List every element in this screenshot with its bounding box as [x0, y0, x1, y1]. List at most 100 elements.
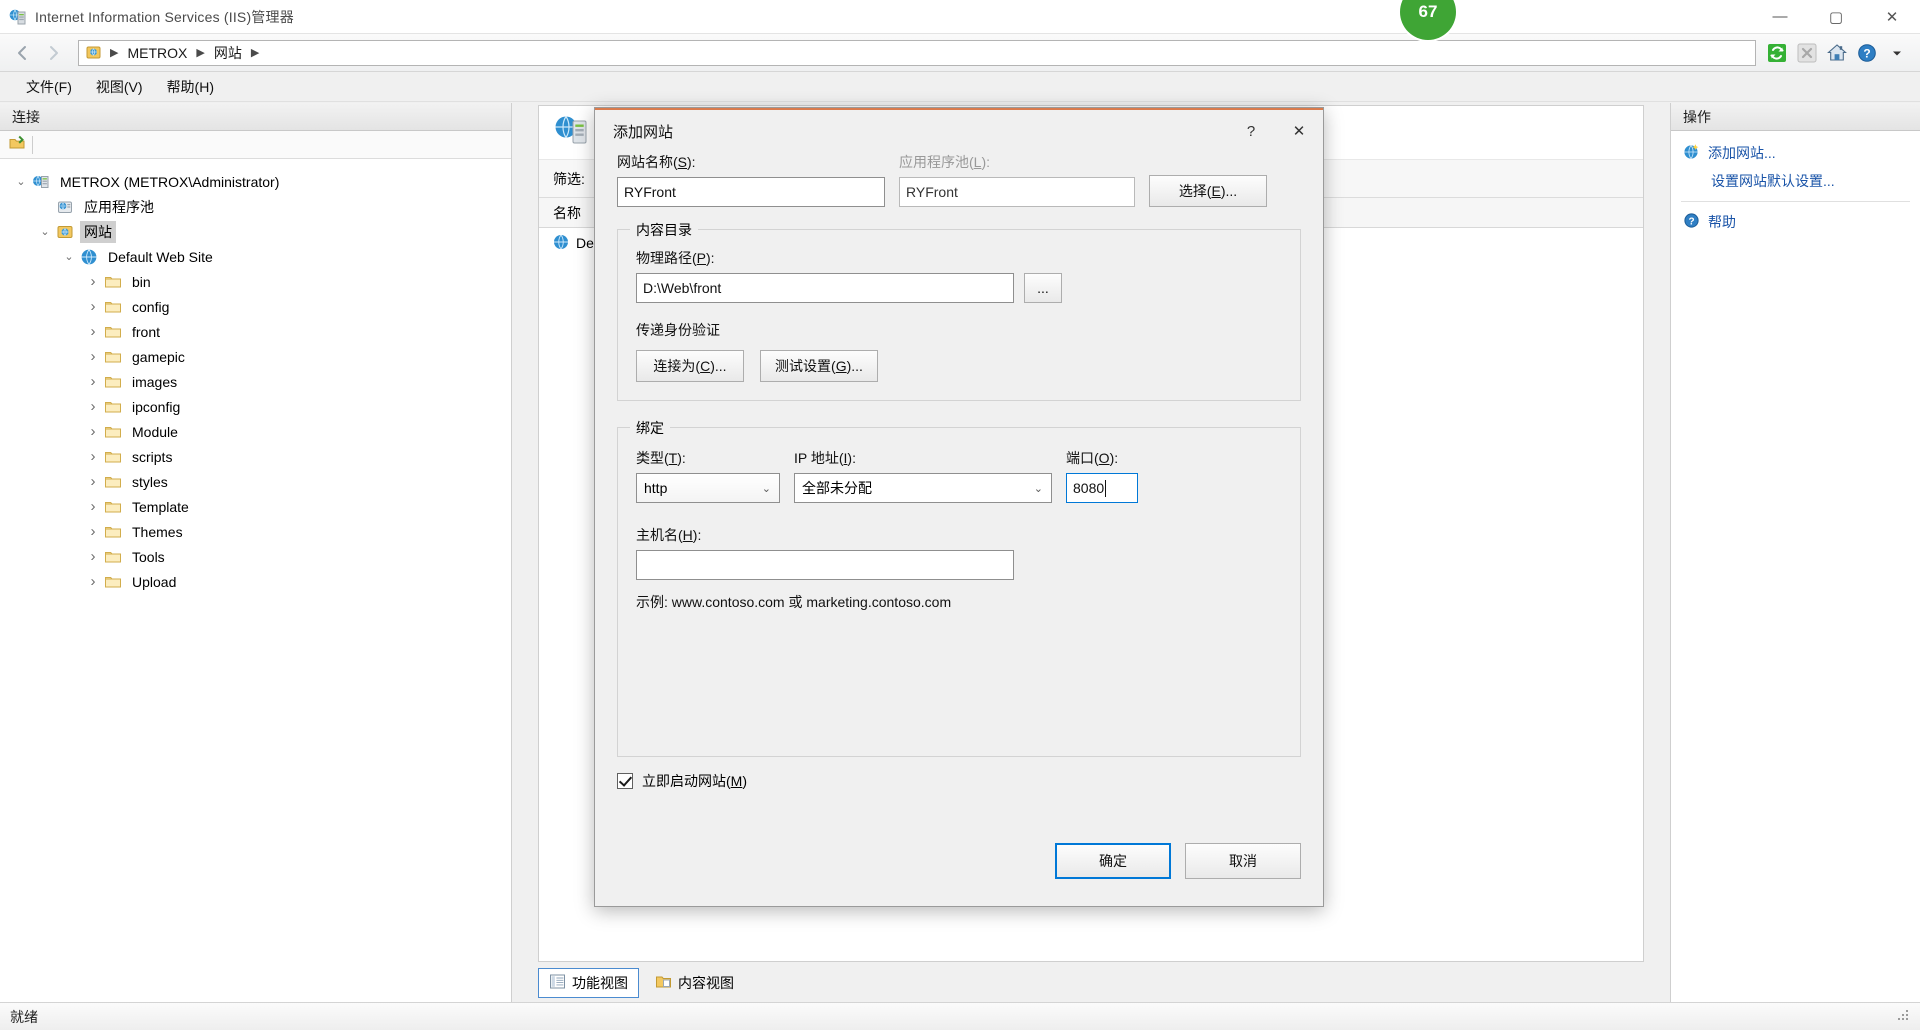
svg-text:?: ? — [1688, 216, 1694, 227]
chevron-right-icon[interactable]: › — [82, 348, 104, 365]
tree-item-upload[interactable]: › Upload — [0, 569, 511, 594]
chevron-right-icon[interactable]: › — [82, 548, 104, 565]
chevron-right-icon[interactable]: › — [82, 498, 104, 515]
forward-button[interactable] — [38, 38, 68, 68]
tab-content-view[interactable]: 内容视图 — [645, 969, 744, 997]
tab-features-view[interactable]: 功能视图 — [538, 968, 639, 998]
dialog-help-button[interactable]: ? — [1227, 109, 1275, 153]
tree-item-label: gamepic — [132, 348, 185, 365]
breadcrumb-item-0[interactable]: METROX — [122, 45, 192, 61]
dialog-close-button[interactable]: ✕ — [1275, 109, 1323, 153]
breadcrumb-item-1[interactable]: 网站 — [209, 43, 247, 63]
start-site-checkbox[interactable] — [617, 773, 633, 789]
binding-ip-value: 全部未分配 — [802, 480, 872, 496]
menu-help[interactable]: 帮助(H) — [155, 73, 226, 101]
connections-tree[interactable]: ⌄ METROX (METROX\Administrator) 应用程序池 ⌄ 网站 ⌄ D… — [0, 159, 511, 1002]
tree-item-config[interactable]: › config — [0, 294, 511, 319]
stop-button[interactable] — [1794, 41, 1820, 65]
dialog-title-bar: 添加网站 ? ✕ — [595, 108, 1323, 152]
start-site-row[interactable]: 立即启动网站(M) — [617, 771, 1301, 791]
menu-file[interactable]: 文件(F) — [14, 73, 84, 101]
tree-item-label: Themes — [132, 523, 183, 540]
dialog-footer: 确定 取消 — [595, 832, 1323, 906]
tree-item-styles[interactable]: › styles — [0, 469, 511, 494]
minimize-button[interactable]: — — [1752, 0, 1808, 34]
chevron-right-icon[interactable]: › — [82, 573, 104, 590]
action-add-site[interactable]: 添加网站... — [1671, 139, 1920, 167]
chevron-right-icon[interactable]: › — [82, 273, 104, 290]
stop-icon — [1797, 43, 1817, 62]
menu-view[interactable]: 视图(V) — [84, 73, 155, 101]
help-button[interactable]: ? — [1854, 41, 1880, 65]
test-settings-button[interactable]: 测试设置(G)... — [760, 350, 878, 382]
tree-item-label: styles — [132, 473, 168, 490]
tree-item-label: 应用程序池 — [84, 198, 154, 215]
physical-path-input[interactable]: D:\Web\front — [636, 273, 1014, 303]
action-help[interactable]: ? 帮助 — [1671, 208, 1920, 236]
connect-to-server-icon[interactable] — [8, 134, 26, 155]
close-button[interactable]: ✕ — [1864, 0, 1920, 34]
help-dropdown-button[interactable] — [1884, 41, 1910, 65]
app-pool-icon — [56, 198, 74, 216]
sites-page-icon — [553, 112, 591, 153]
connect-as-button[interactable]: 连接为(C)... — [636, 350, 744, 382]
action-set-site-defaults-label: 设置网站默认设置... — [1711, 173, 1835, 189]
tree-item-gamepic[interactable]: › gamepic — [0, 344, 511, 369]
chevron-down-icon[interactable]: ⌄ — [34, 225, 56, 238]
tree-item-default-web-site[interactable]: ⌄ Default Web Site — [0, 244, 511, 269]
action-set-site-defaults[interactable]: 设置网站默认设置... — [1671, 167, 1920, 195]
app-pool-input: RYFront — [899, 177, 1135, 207]
back-button[interactable] — [8, 38, 38, 68]
chevron-down-icon[interactable]: ⌄ — [58, 250, 80, 263]
hostname-input[interactable] — [636, 550, 1014, 580]
dialog-title: 添加网站 — [613, 123, 674, 141]
tree-item-[interactable]: ⌄ 网站 — [0, 219, 511, 244]
chevron-right-icon[interactable]: › — [82, 448, 104, 465]
home-button[interactable] — [1824, 41, 1850, 65]
folder-icon — [104, 273, 122, 291]
physical-path-value: D:\Web\front — [643, 280, 722, 296]
actions-panel: 操作 添加网站... 设置网站默认设置... ? 帮助 — [1670, 103, 1920, 1002]
tree-item-scripts[interactable]: › scripts — [0, 444, 511, 469]
tree-item-front[interactable]: › front — [0, 319, 511, 344]
tree-item-module[interactable]: › Module — [0, 419, 511, 444]
tree-item-metrox-metrox-administrator[interactable]: ⌄ METROX (METROX\Administrator) — [0, 169, 511, 194]
select-app-pool-button[interactable]: 选择(E)... — [1149, 175, 1267, 207]
app-pool-value: RYFront — [906, 184, 958, 200]
tree-item-images[interactable]: › images — [0, 369, 511, 394]
sites-folder-icon — [56, 223, 74, 241]
tree-item-themes[interactable]: › Themes — [0, 519, 511, 544]
tree-item-[interactable]: 应用程序池 — [0, 194, 511, 219]
cancel-button[interactable]: 取消 — [1185, 843, 1301, 879]
binding-type-select[interactable]: http ⌄ — [636, 473, 780, 503]
browse-path-button[interactable]: ... — [1024, 273, 1062, 303]
start-site-label: 立即启动网站(M) — [642, 773, 748, 789]
chevron-right-icon[interactable]: › — [82, 373, 104, 390]
chevron-right-icon[interactable]: › — [82, 473, 104, 490]
ok-button[interactable]: 确定 — [1055, 843, 1171, 879]
refresh-button[interactable] — [1764, 41, 1790, 65]
chevron-down-icon[interactable]: ⌄ — [10, 175, 32, 188]
chevron-right-icon[interactable]: › — [82, 323, 104, 340]
site-name-input[interactable]: RYFront — [617, 177, 885, 207]
maximize-button[interactable]: ▢ — [1808, 0, 1864, 34]
app-icon — [9, 8, 27, 26]
tree-item-bin[interactable]: › bin — [0, 269, 511, 294]
chevron-right-icon[interactable]: › — [82, 523, 104, 540]
tree-item-template[interactable]: › Template — [0, 494, 511, 519]
binding-port-value: 8080 — [1073, 480, 1105, 496]
folder-icon — [104, 523, 122, 541]
globe-icon — [80, 248, 98, 266]
breadcrumb-separator-0: ▶ — [110, 47, 119, 59]
binding-ip-select[interactable]: 全部未分配 ⌄ — [794, 473, 1052, 503]
chevron-right-icon[interactable]: › — [82, 423, 104, 440]
tree-item-tools[interactable]: › Tools — [0, 544, 511, 569]
tree-item-ipconfig[interactable]: › ipconfig — [0, 394, 511, 419]
chevron-right-icon[interactable]: › — [82, 398, 104, 415]
breadcrumb[interactable]: ▶ METROX ▶ 网站 ▶ — [78, 39, 1756, 66]
chevron-right-icon[interactable]: › — [82, 298, 104, 315]
folder-icon — [104, 298, 122, 316]
binding-port-input[interactable]: 8080 — [1066, 473, 1138, 503]
actions-divider — [1681, 201, 1910, 202]
resize-grip-icon[interactable] — [1896, 1008, 1910, 1025]
